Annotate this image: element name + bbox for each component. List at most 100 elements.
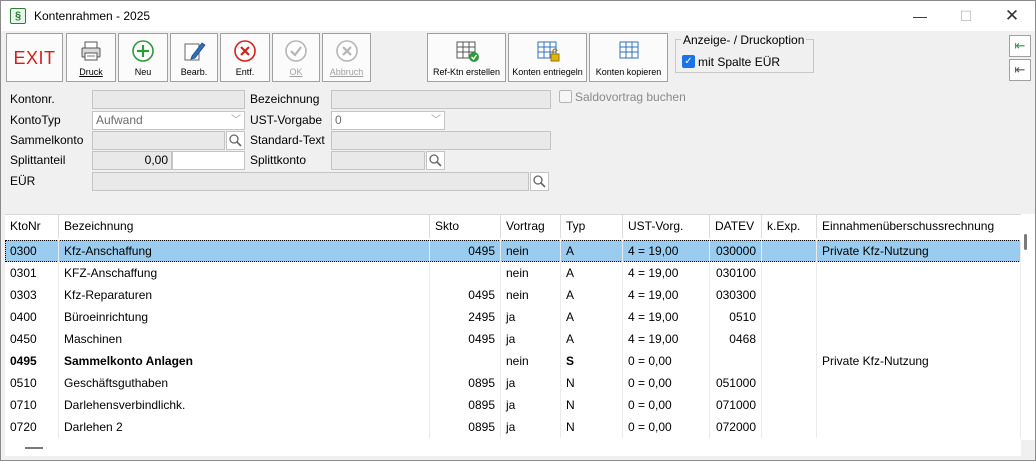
- col-header-typ[interactable]: Typ: [561, 215, 623, 238]
- cell-eur: Private Kfz-Nutzung: [817, 350, 1021, 372]
- col-header-vortrag[interactable]: Vortrag: [501, 215, 561, 238]
- cell-ust: 4 = 19,00: [623, 240, 710, 262]
- kontonr-input[interactable]: [92, 90, 245, 109]
- toolbar: EXIT Druck Neu Bearb. Entf. OK Abbruch R…: [1, 31, 1035, 85]
- table-row[interactable]: 0400 Büroeinrichtung 2495 ja A 4 = 19,00 0510: [5, 306, 1021, 328]
- search-icon: [229, 134, 242, 147]
- cell-datev: [710, 350, 762, 372]
- splittanteil-extra-field[interactable]: [172, 151, 245, 170]
- cell-typ: N: [561, 372, 623, 394]
- cell-vortrag: nein: [501, 350, 561, 372]
- cell-datev: 071000: [710, 394, 762, 416]
- col-header-kexp[interactable]: k.Exp.: [762, 215, 817, 238]
- col-header-datev[interactable]: DATEV: [710, 215, 762, 238]
- table-row[interactable]: 0720 Darlehen 2 0895 ja N 0 = 0,00 072000: [5, 416, 1021, 438]
- eur-input[interactable]: [92, 172, 529, 191]
- splittkonto-input[interactable]: [331, 151, 425, 170]
- konten-entriegeln-button[interactable]: Konten entriegeln: [508, 33, 587, 82]
- kontotyp-label: KontoTyp: [10, 113, 61, 127]
- cell-ktonr: 0710: [5, 394, 59, 416]
- bearb-button[interactable]: Bearb.: [170, 33, 218, 82]
- col-header-ust[interactable]: UST-Vorg.: [623, 215, 710, 238]
- cell-ust: 4 = 19,00: [623, 328, 710, 350]
- col-header-ktonr[interactable]: KtoNr: [5, 215, 59, 238]
- table-header: KtoNr Bezeichnung Skto Vortrag Typ UST-V…: [5, 215, 1021, 238]
- bezeichnung-input[interactable]: [331, 90, 551, 109]
- cell-ust: 0 = 0,00: [623, 394, 710, 416]
- cell-kexp: [762, 262, 817, 284]
- table-row[interactable]: 0301 KFZ-Anschaffung nein A 4 = 19,00 030100: [5, 262, 1021, 284]
- kontonr-label: Kontonr.: [10, 92, 55, 106]
- splittkonto-search-button[interactable]: [426, 151, 445, 170]
- col-header-bezeichnung[interactable]: Bezeichnung: [59, 215, 430, 238]
- cell-ktonr: 0495: [5, 350, 59, 372]
- cell-typ: N: [561, 394, 623, 416]
- horizontal-scrollbar[interactable]: [5, 440, 1021, 456]
- table-row[interactable]: 0510 Geschäftsguthaben 0895 ja N 0 = 0,00 0510…: [5, 372, 1021, 394]
- eur-column-checkbox[interactable]: ✓: [682, 55, 695, 68]
- neu-button[interactable]: Neu: [118, 33, 168, 82]
- cell-skto: 0895: [430, 394, 501, 416]
- chevron-down-icon: ﹀: [231, 115, 241, 126]
- scroll-thumb[interactable]: [1024, 234, 1027, 250]
- ref-ktn-erstellen-button[interactable]: Ref-Ktn erstellen: [427, 33, 506, 82]
- splittanteil-label: Splittanteil: [10, 153, 66, 167]
- search-icon: [429, 154, 442, 167]
- table-row[interactable]: 0495 Sammelkonto Anlagen nein S 0 = 0,00 Priv…: [5, 350, 1021, 372]
- delete-icon: [234, 40, 256, 62]
- cell-eur: [817, 394, 1021, 416]
- table-row[interactable]: 0450 Maschinen 0495 ja A 4 = 19,00 0468: [5, 328, 1021, 350]
- eur-search-button[interactable]: [530, 172, 549, 191]
- col-header-eur[interactable]: Einnahmenüberschussrechnung: [817, 215, 1021, 238]
- cell-skto: 2495: [430, 306, 501, 328]
- table-copy-icon: [619, 41, 638, 59]
- sammelkonto-input[interactable]: [92, 131, 225, 150]
- minimize-button[interactable]: —: [897, 1, 943, 31]
- abbruch-button[interactable]: Abbruch: [322, 33, 371, 82]
- table-row[interactable]: 0300 Kfz-Anschaffung 0495 nein A 4 = 19,00 030…: [5, 240, 1021, 262]
- cell-eur: [817, 306, 1021, 328]
- kontotyp-select[interactable]: Aufwand ﹀: [92, 111, 245, 130]
- cell-ust: 4 = 19,00: [623, 284, 710, 306]
- vertical-scrollbar[interactable]: [1021, 214, 1035, 440]
- druck-button[interactable]: Druck: [66, 33, 116, 82]
- kontenrahmen-window: § Kontenrahmen - 2025 — ☐ ✕ EXIT Druck N…: [0, 0, 1036, 461]
- exit-button[interactable]: EXIT: [6, 33, 63, 82]
- table-row[interactable]: 0303 Kfz-Reparaturen 0495 nein A 4 = 19,00 030…: [5, 284, 1021, 306]
- title-bar: § Kontenrahmen - 2025 — ☐ ✕: [1, 1, 1035, 31]
- col-header-skto[interactable]: Skto: [430, 215, 501, 238]
- entf-button[interactable]: Entf.: [220, 33, 270, 82]
- ust-vorgabe-select[interactable]: 0 ﹀: [331, 111, 445, 130]
- cell-typ: A: [561, 306, 623, 328]
- scroll-thumb[interactable]: [25, 447, 43, 449]
- ok-button[interactable]: OK: [272, 33, 320, 82]
- nav-first-button[interactable]: ⇤: [1009, 35, 1031, 57]
- window-title: Kontenrahmen - 2025: [34, 9, 151, 23]
- nav-back-button[interactable]: ⇤: [1009, 59, 1031, 81]
- konten-kopieren-button[interactable]: Konten kopieren: [589, 33, 668, 82]
- table-row[interactable]: 0710 Darlehensverbindlichk. 0895 ja N 0 = 0,0…: [5, 394, 1021, 416]
- cell-bez: Büroeinrichtung: [59, 306, 430, 328]
- sammelkonto-search-button[interactable]: [226, 131, 245, 150]
- cell-skto: [430, 262, 501, 284]
- window-bottom-edge: [1, 456, 1035, 460]
- standard-text-input[interactable]: [331, 131, 551, 150]
- cell-bez: Geschäftsguthaben: [59, 372, 430, 394]
- druck-label: Druck: [79, 67, 103, 77]
- cell-bez: Sammelkonto Anlagen: [59, 350, 430, 372]
- cell-kexp: [762, 240, 817, 262]
- entf-label: Entf.: [235, 67, 255, 77]
- cell-kexp: [762, 416, 817, 438]
- ust-vorgabe-value: 0: [335, 113, 342, 127]
- cell-bez: Darlehen 2: [59, 416, 430, 438]
- cell-ust: 0 = 0,00: [623, 350, 710, 372]
- cell-vortrag: nein: [501, 284, 561, 306]
- close-button[interactable]: ✕: [989, 1, 1035, 31]
- saldovortrag-checkbox[interactable]: [559, 90, 572, 103]
- cell-vortrag: ja: [501, 416, 561, 438]
- accounts-table: KtoNr Bezeichnung Skto Vortrag Typ UST-V…: [5, 214, 1021, 440]
- maximize-button[interactable]: ☐: [943, 1, 989, 31]
- splittanteil-input[interactable]: 0,00: [92, 151, 172, 170]
- cell-kexp: [762, 328, 817, 350]
- app-icon: §: [10, 8, 26, 24]
